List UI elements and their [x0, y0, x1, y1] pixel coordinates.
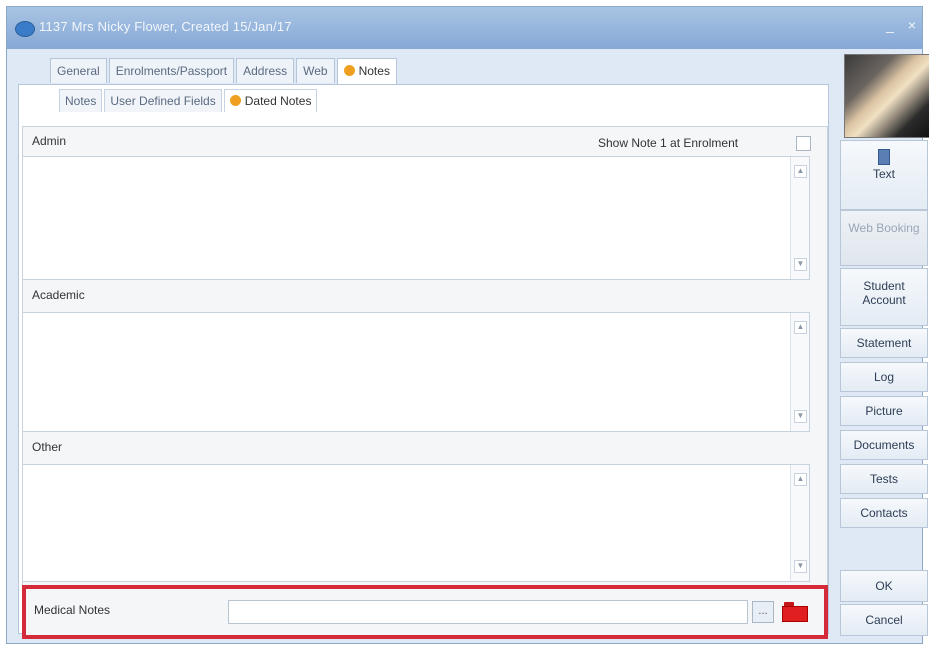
bulb-icon	[343, 65, 355, 76]
other-textarea[interactable]: ▲ ▼	[22, 464, 810, 582]
subtab-dated-notes-label: Dated Notes	[244, 94, 312, 108]
close-button[interactable]: ×	[908, 17, 916, 33]
subtab-dated-notes[interactable]: Dated Notes	[223, 89, 318, 112]
scroll-up-icon[interactable]: ▲	[794, 321, 807, 334]
tab-notes-label: Notes	[358, 64, 390, 78]
app-icon	[15, 21, 35, 37]
admin-label: Admin	[32, 134, 67, 148]
admin-scrollbar[interactable]: ▲ ▼	[790, 157, 809, 279]
medical-notes-row: Medical Notes ...	[22, 585, 828, 639]
text-message-icon	[878, 149, 890, 165]
web-booking-button[interactable]: Web Booking	[840, 210, 928, 266]
sub-tabs: Notes User Defined Fields Dated Notes	[59, 89, 319, 113]
picture-button[interactable]: Picture	[840, 396, 928, 426]
medical-browse-button[interactable]: ...	[752, 601, 774, 623]
academic-label: Academic	[32, 288, 85, 302]
tab-address[interactable]: Address	[236, 58, 295, 83]
documents-button[interactable]: Documents	[840, 430, 928, 460]
window-title: 1137 Mrs Nicky Flower, Created 15/Jan/17	[39, 19, 292, 34]
tab-notes[interactable]: Notes	[336, 58, 397, 85]
academic-textarea[interactable]: ▲ ▼	[22, 312, 810, 432]
other-scrollbar[interactable]: ▲ ▼	[790, 465, 809, 581]
admin-textarea[interactable]: ▲ ▼	[22, 156, 810, 280]
scroll-up-icon[interactable]: ▲	[794, 473, 807, 486]
other-label: Other	[32, 440, 63, 454]
show-note-checkbox[interactable]	[796, 136, 811, 151]
tab-web[interactable]: Web	[296, 58, 335, 83]
subtab-user-defined-fields[interactable]: User Defined Fields	[104, 89, 222, 112]
text-button[interactable]: Text	[840, 140, 928, 210]
scroll-down-icon[interactable]: ▼	[794, 410, 807, 423]
medical-notes-label: Medical Notes	[34, 603, 111, 617]
ok-button[interactable]: OK	[840, 570, 928, 602]
folder-icon[interactable]	[782, 600, 808, 624]
scroll-down-icon[interactable]: ▼	[794, 258, 807, 271]
title-bar: 1137 Mrs Nicky Flower, Created 15/Jan/17…	[7, 7, 922, 49]
cancel-button[interactable]: Cancel	[840, 604, 928, 636]
show-note-label: Show Note 1 at Enrolment	[598, 136, 739, 150]
bulb-icon	[229, 95, 241, 106]
log-button[interactable]: Log	[840, 362, 928, 392]
tests-button[interactable]: Tests	[840, 464, 928, 494]
contacts-button[interactable]: Contacts	[840, 498, 928, 528]
student-account-button[interactable]: Student Account	[840, 268, 928, 326]
statement-button[interactable]: Statement	[840, 328, 928, 358]
subtab-notes[interactable]: Notes	[59, 89, 103, 112]
scroll-up-icon[interactable]: ▲	[794, 165, 807, 178]
tab-general[interactable]: General	[50, 58, 107, 83]
academic-scrollbar[interactable]: ▲ ▼	[790, 313, 809, 431]
medical-notes-input[interactable]	[228, 600, 748, 624]
student-photo	[844, 54, 929, 138]
text-button-label: Text	[872, 167, 895, 181]
main-tabs: General Enrolments/Passport Address Web …	[50, 58, 399, 85]
window-controls: _ ×	[876, 17, 916, 33]
minimize-button[interactable]: _	[886, 17, 894, 33]
tab-enrolments-passport[interactable]: Enrolments/Passport	[108, 58, 235, 83]
scroll-down-icon[interactable]: ▼	[794, 560, 807, 573]
